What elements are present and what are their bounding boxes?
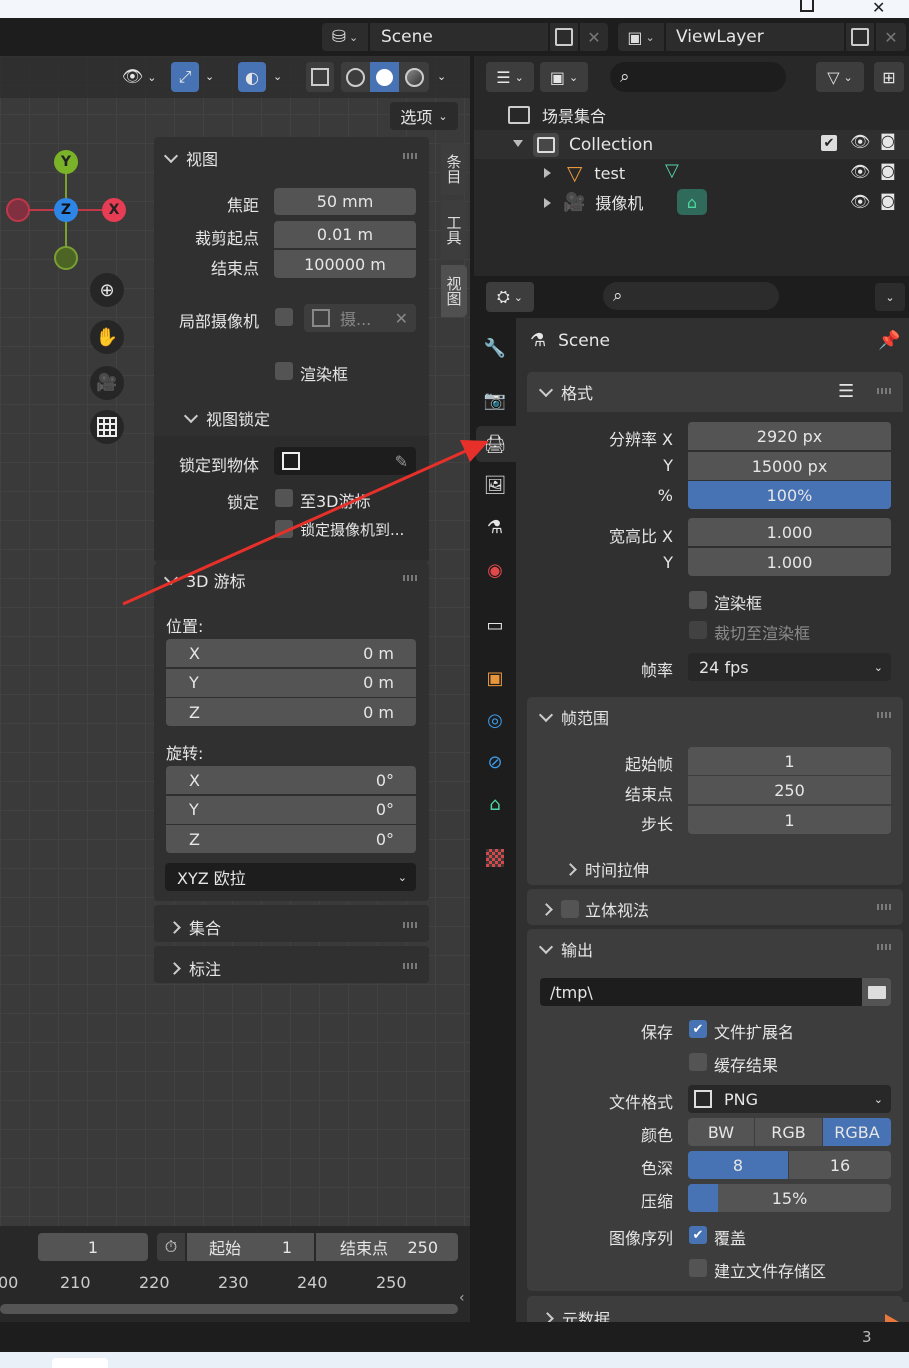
annotation-arrow (122, 440, 489, 606)
arrow-line (122, 448, 469, 606)
